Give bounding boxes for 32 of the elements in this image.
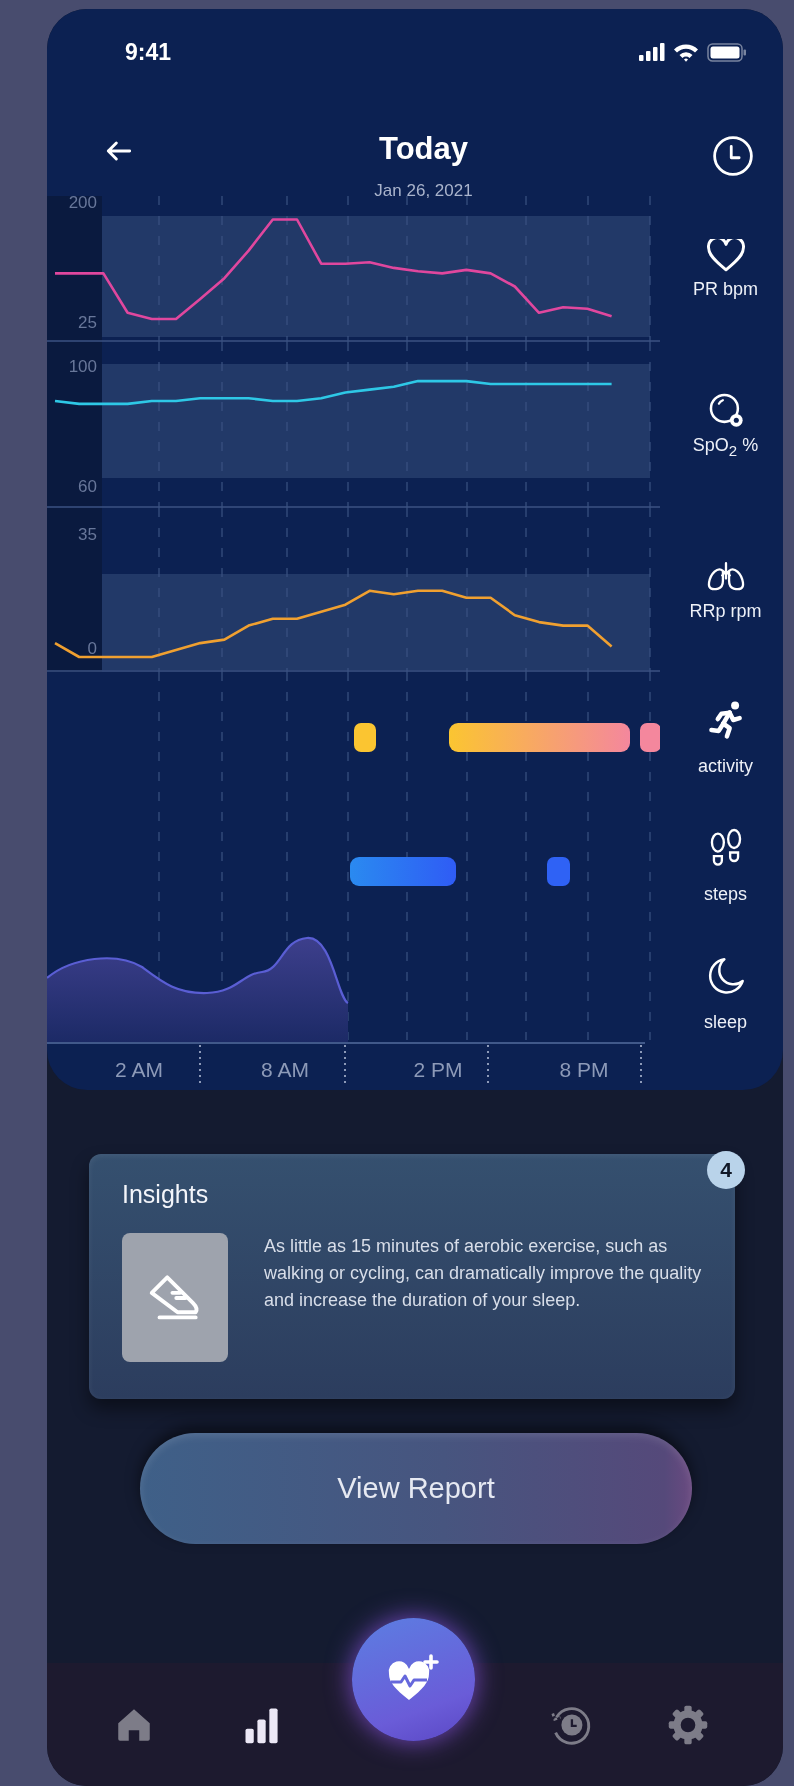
date-label: Jan 26, 2021 <box>374 181 473 201</box>
status-time: 9:41 <box>125 38 172 66</box>
scale-label: 100 <box>68 357 97 376</box>
metric-label: RRp rpm <box>689 600 762 622</box>
scale-label: 35 <box>78 525 97 544</box>
time-axis-label: 8 PM <box>559 1058 609 1081</box>
screen-title: Today <box>379 131 468 167</box>
insight-text: As little as 15 minutes of aerobic exercise, such as walking or cycling, can dramatically improve the quality and increase the duration of your sleep. <box>264 1235 703 1312</box>
time-axis-label: 8 AM <box>261 1058 309 1081</box>
scale-label: 0 <box>87 639 97 658</box>
time-axis-label: 2 AM <box>115 1058 163 1081</box>
heart-icon <box>706 238 745 273</box>
time-axis-label: 2 PM <box>413 1058 463 1081</box>
track-label: sleep <box>704 1012 747 1033</box>
scale-label: 25 <box>78 313 97 332</box>
metric-label: SpO$_{2}$ % <box>692 435 759 459</box>
signal-icon <box>639 43 665 61</box>
view-report-button[interactable]: View Report <box>140 1433 692 1544</box>
count-badge: 4 <box>707 1151 745 1189</box>
card-title: Insights <box>122 1180 210 1209</box>
activity-bar <box>354 723 376 752</box>
scale-label: 60 <box>78 477 97 496</box>
scale-label: 200 <box>68 196 97 212</box>
steps-bar <box>547 857 570 886</box>
metric-label: PR bpm <box>693 278 758 300</box>
track-label: activity <box>698 756 753 777</box>
battery-icon <box>707 42 747 62</box>
wifi-icon <box>673 42 699 62</box>
add-vital-button[interactable] <box>351 1618 475 1741</box>
history-button[interactable] <box>712 135 754 177</box>
activity-bar <box>640 723 660 752</box>
track-label: steps <box>704 884 747 905</box>
